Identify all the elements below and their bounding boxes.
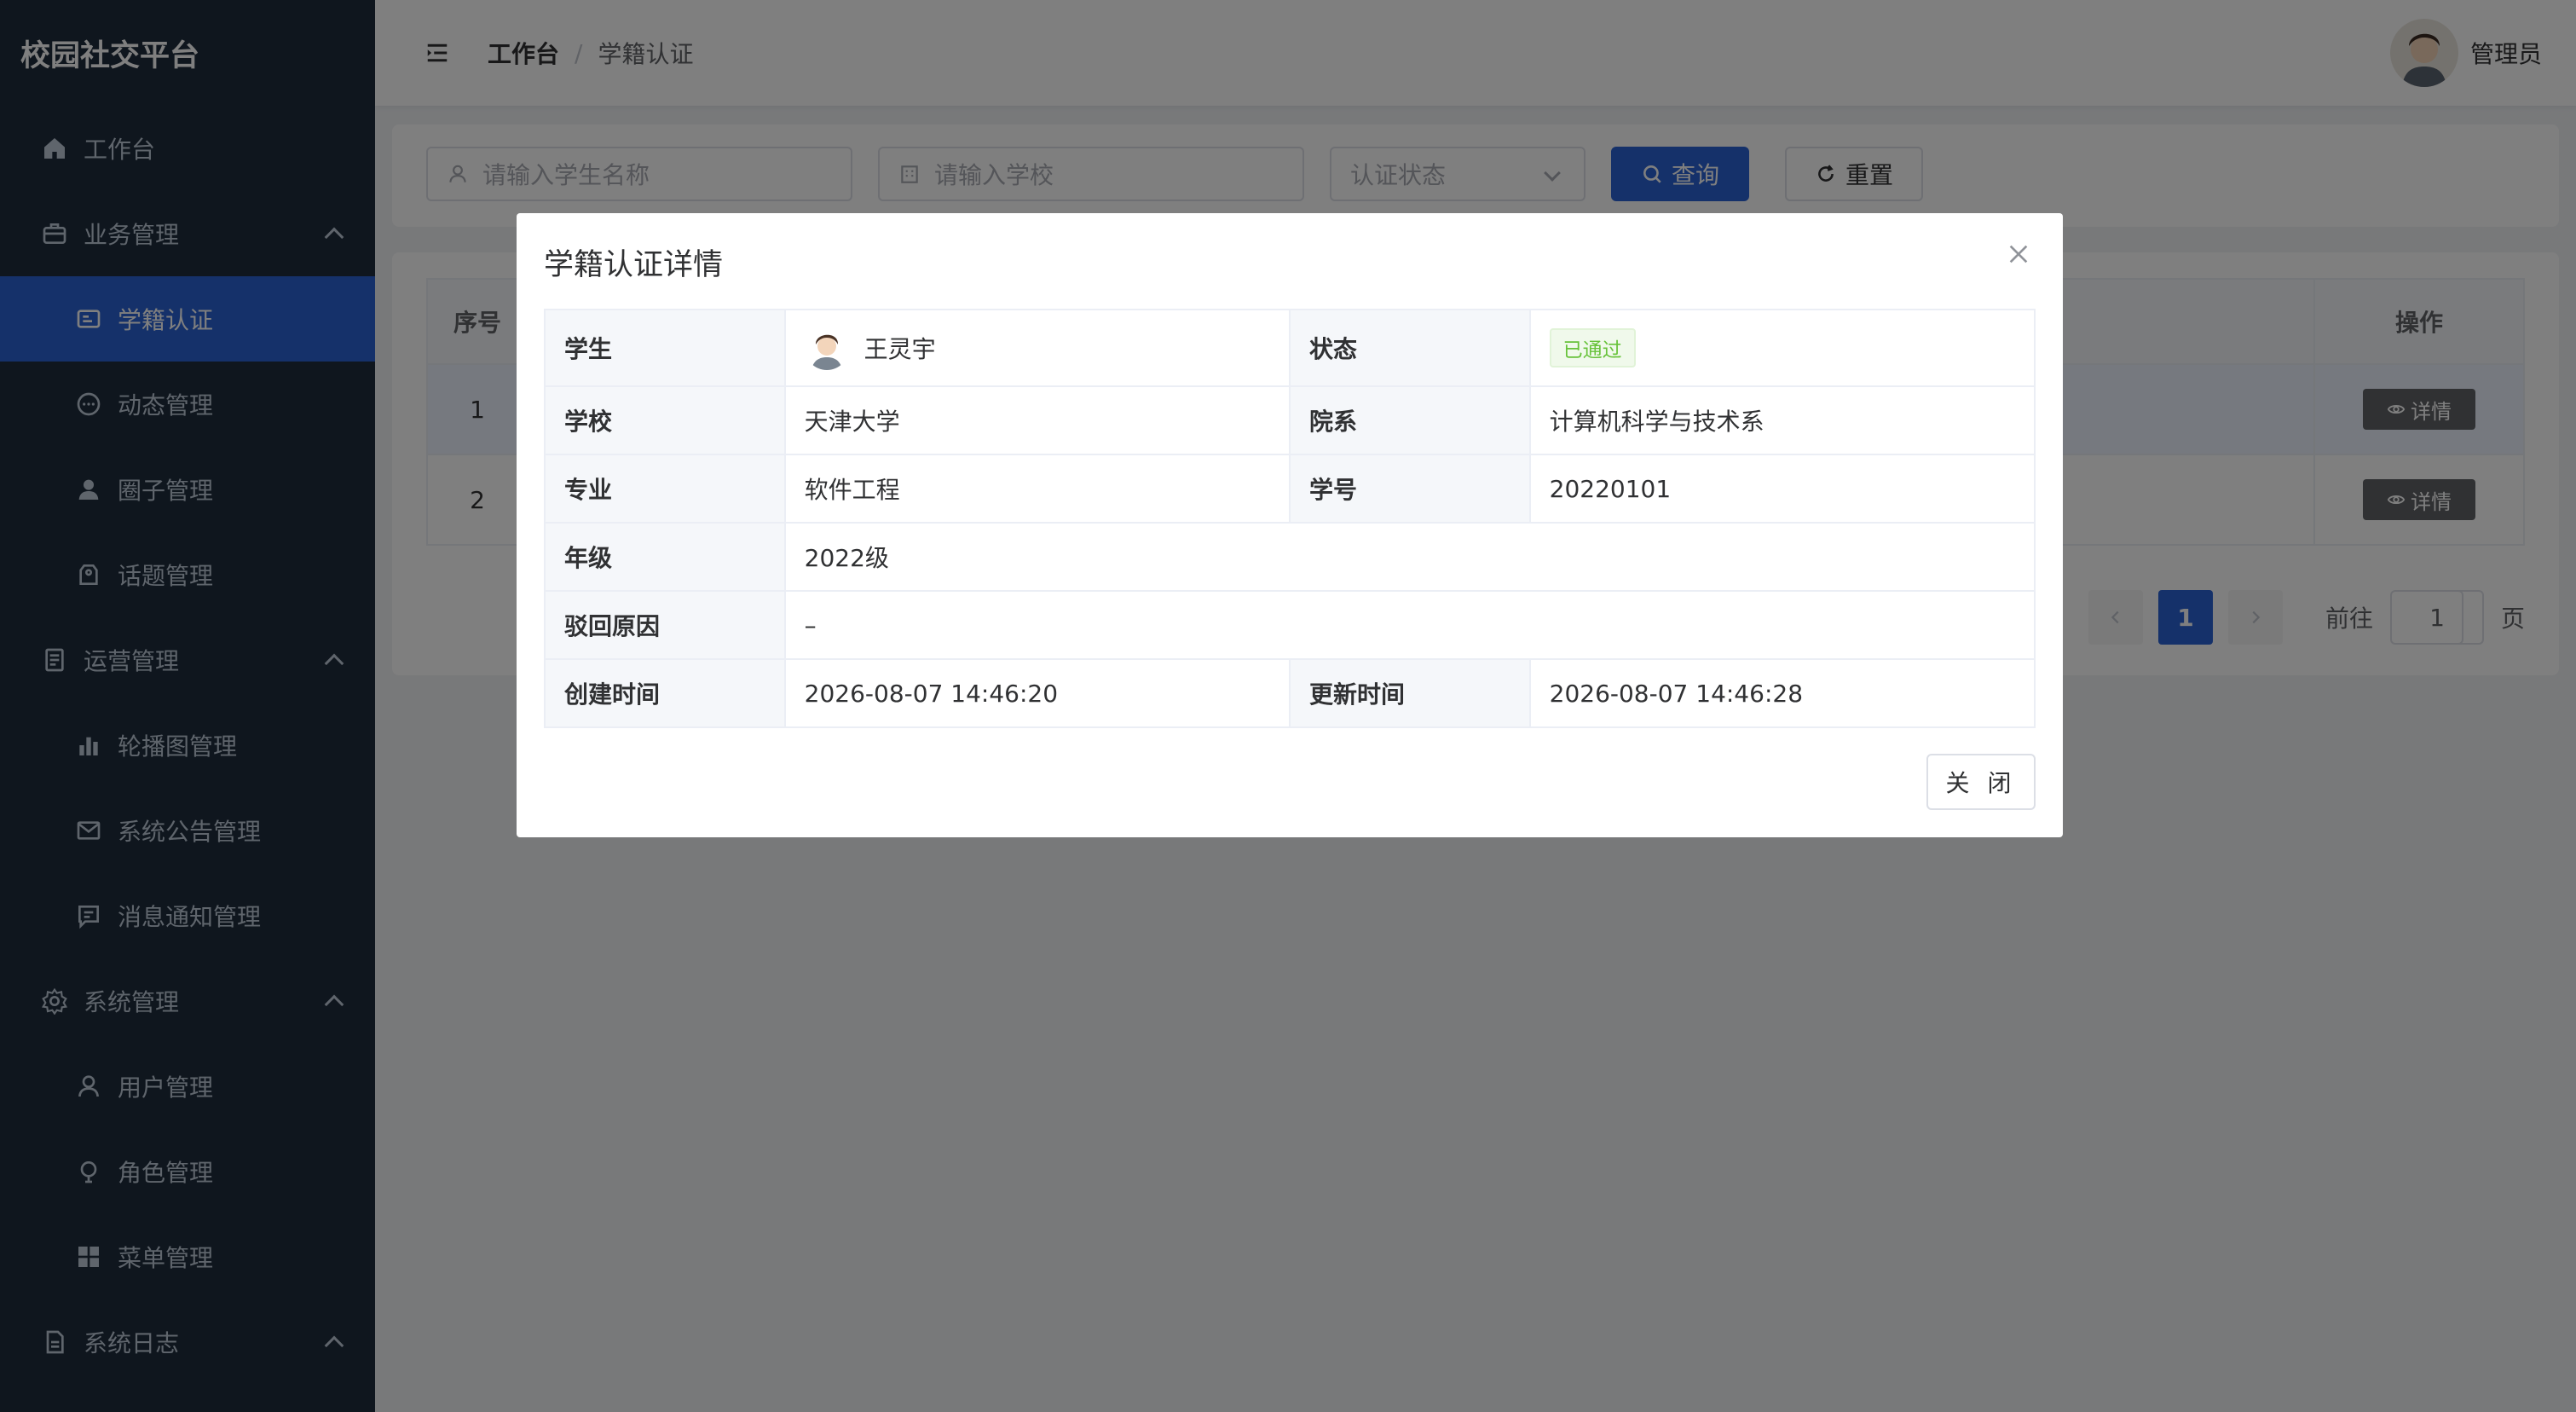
- school-label: 学校: [544, 385, 786, 455]
- status-cell: 已通过: [1528, 309, 2036, 387]
- created-time-value: 2026-08-07 14:46:20: [783, 658, 1291, 728]
- detail-descriptions: 学生 王灵宇 状态 已通过 学校 天津大学 院系 计算机科学与技术系 专业 软件…: [544, 309, 2036, 728]
- student-avatar: [804, 326, 849, 370]
- student-no-label: 学号: [1288, 454, 1531, 524]
- student-cell: 王灵宇: [783, 309, 1291, 387]
- reject-reason-label: 驳回原因: [544, 590, 786, 660]
- student-name: 王灵宇: [863, 335, 936, 363]
- close-icon[interactable]: [2005, 240, 2032, 268]
- major-label: 专业: [544, 454, 786, 524]
- dialog-title: 学籍认证详情: [544, 248, 724, 282]
- updated-time-label: 更新时间: [1288, 658, 1531, 728]
- student-no-value: 20220101: [1528, 454, 2036, 524]
- grade-label: 年级: [544, 522, 786, 592]
- reject-reason-value: –: [783, 590, 2036, 660]
- status-label: 状态: [1288, 309, 1531, 387]
- verification-detail-dialog: 学籍认证详情 学生 王灵宇 状态 已通过 学校 天津大学 院系 计算机科学与技术…: [517, 213, 2063, 837]
- close-button[interactable]: 关 闭: [1926, 754, 2036, 810]
- department-label: 院系: [1288, 385, 1531, 455]
- school-value: 天津大学: [783, 385, 1291, 455]
- updated-time-value: 2026-08-07 14:46:28: [1528, 658, 2036, 728]
- department-value: 计算机科学与技术系: [1528, 385, 2036, 455]
- grade-value: 2022级: [783, 522, 2036, 592]
- created-time-label: 创建时间: [544, 658, 786, 728]
- major-value: 软件工程: [783, 454, 1291, 524]
- student-label: 学生: [544, 309, 786, 387]
- status-badge: 已通过: [1549, 328, 1636, 367]
